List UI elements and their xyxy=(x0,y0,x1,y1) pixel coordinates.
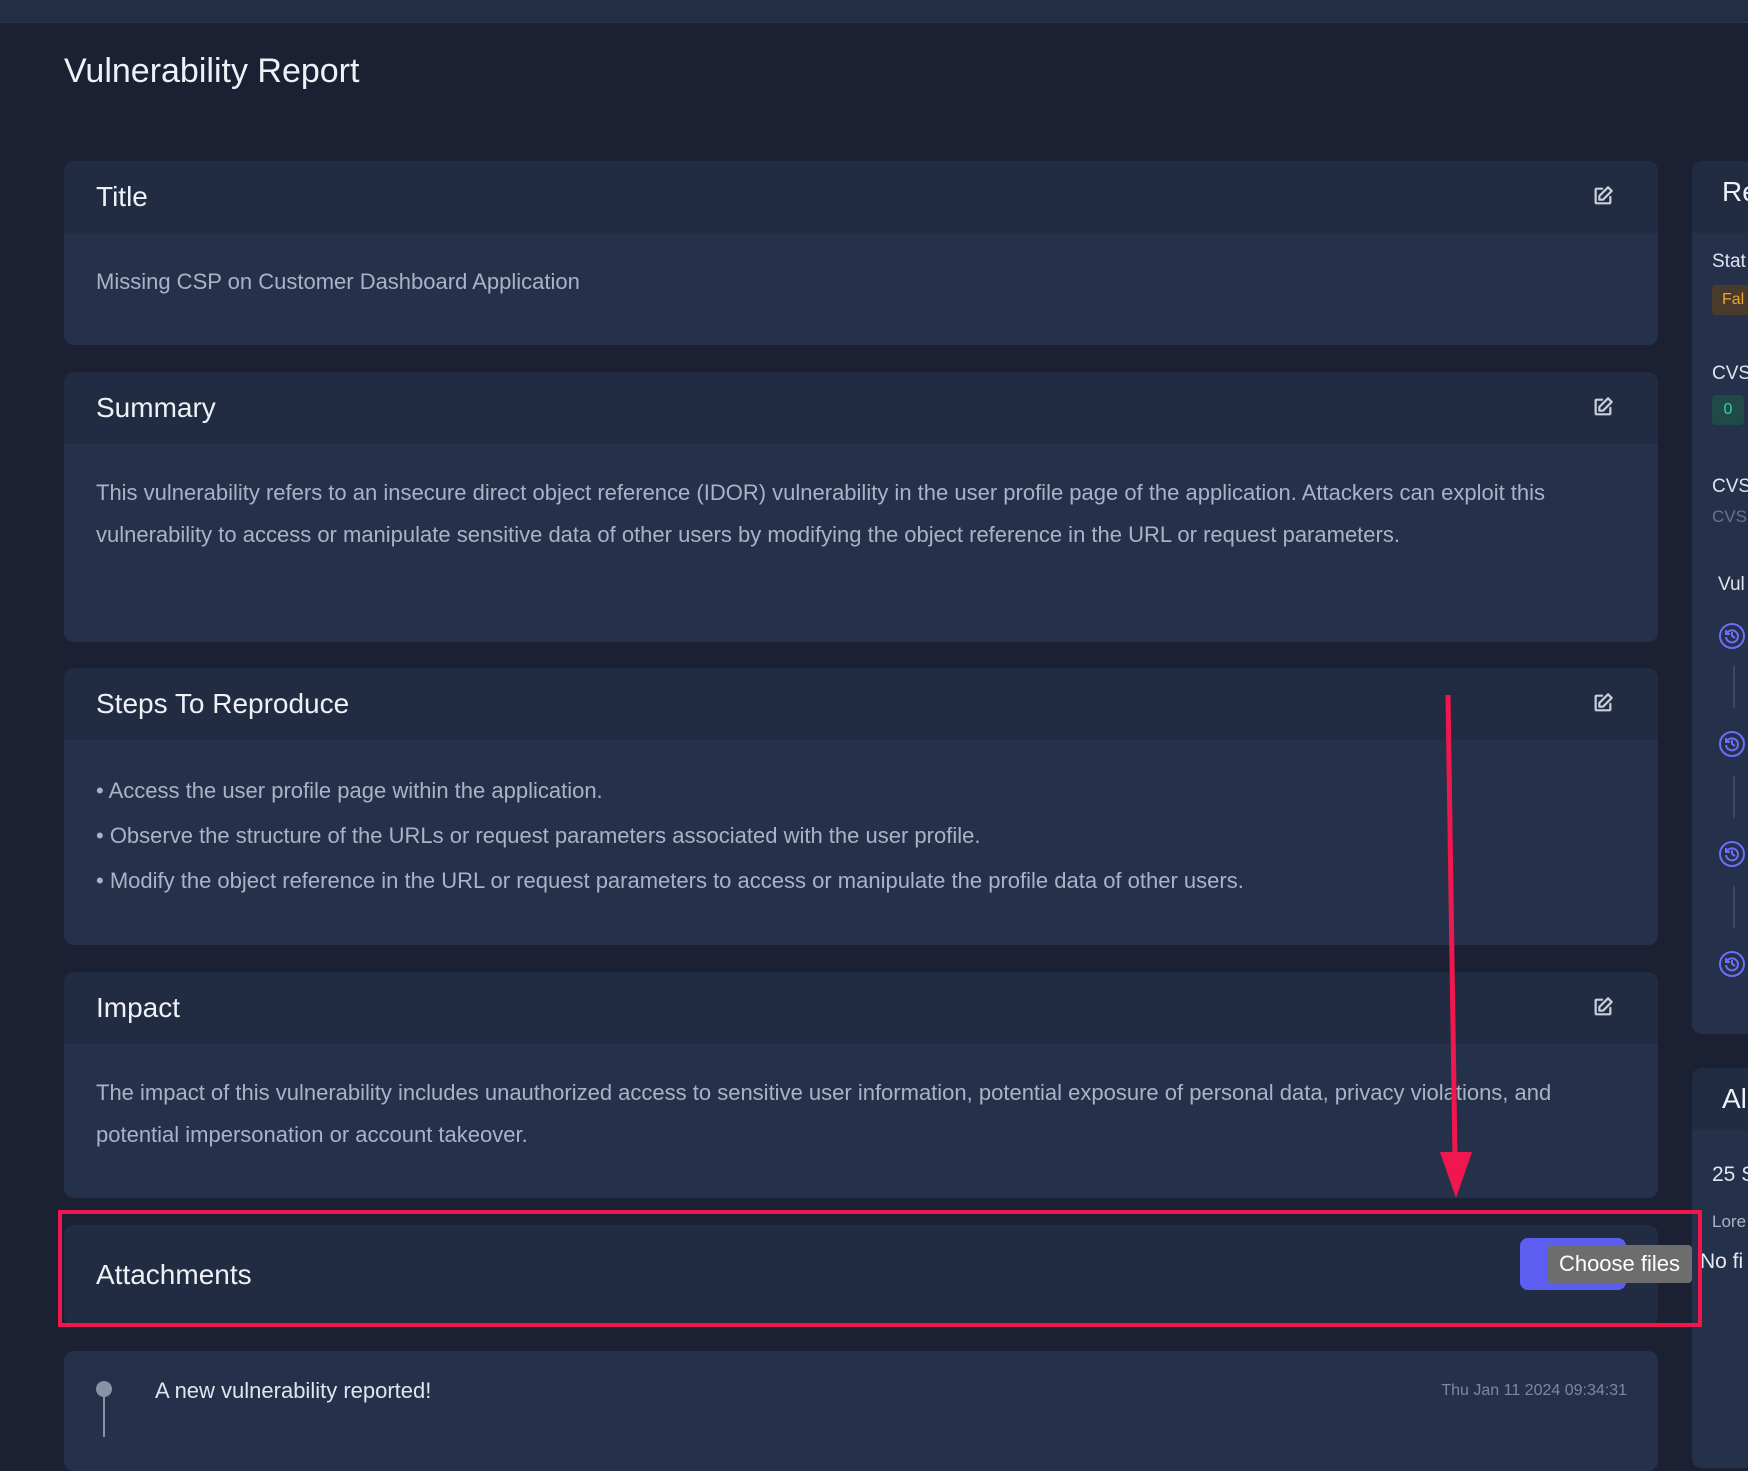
activity-message: A new vulnerability reported! xyxy=(155,1378,432,1403)
cvss-vector-label: CVS xyxy=(1712,476,1748,497)
title-card-body: Missing CSP on Customer Dashboard Applic… xyxy=(96,269,580,294)
activity-timestamp: Thu Jan 11 2024 09:34:31 xyxy=(1441,1382,1627,1399)
cvss-vector-value: CVS xyxy=(1712,507,1747,526)
no-file-text: No fi xyxy=(1700,1250,1744,1273)
title-card-header: Title xyxy=(64,161,1658,233)
steps-card: Steps To Reproduce • Access the user pro… xyxy=(64,668,1658,945)
list-item: • Access the user profile page within th… xyxy=(96,778,603,803)
activity-dot xyxy=(96,1381,112,1397)
summary-card-body: This vulnerability refers to an insecure… xyxy=(96,480,1546,547)
list-item: • Observe the structure of the URLs or r… xyxy=(96,823,981,848)
steps-card-heading: Steps To Reproduce xyxy=(96,688,350,719)
secondary-text: Lore xyxy=(1712,1212,1747,1231)
activity-connector xyxy=(103,1397,105,1437)
impact-card-header: Impact xyxy=(64,972,1658,1044)
history-icon xyxy=(1719,951,1745,977)
page-title: Vulnerability Report xyxy=(64,52,360,90)
timeline-connector xyxy=(1733,666,1735,708)
edit-icon[interactable] xyxy=(1592,996,1614,1018)
status-label: Stat xyxy=(1712,251,1746,272)
impact-card-heading: Impact xyxy=(96,992,181,1023)
timeline-connector xyxy=(1733,776,1735,818)
secondary-heading: Al xyxy=(1722,1083,1747,1114)
secondary-count: 25 S xyxy=(1712,1163,1748,1186)
title-card-heading: Title xyxy=(96,181,148,212)
cvss-score-badge: 0 xyxy=(1712,395,1744,425)
steps-card-header: Steps To Reproduce xyxy=(64,668,1658,740)
top-bar xyxy=(0,0,1748,23)
cvss-label: CVS xyxy=(1712,363,1748,384)
history-icon xyxy=(1719,623,1745,649)
title-card: Title Missing CSP on Customer Dashboard … xyxy=(64,161,1658,345)
impact-card: Impact The impact of this vulnerability … xyxy=(64,972,1658,1198)
summary-card: Summary This vulnerability refers to an … xyxy=(64,372,1658,642)
edit-icon[interactable] xyxy=(1592,396,1614,418)
side-panel-heading: Re xyxy=(1722,176,1748,207)
activity-card xyxy=(64,1351,1658,1471)
status-badge: Fal xyxy=(1712,285,1748,315)
highlight-box xyxy=(58,1210,1702,1327)
edit-icon[interactable] xyxy=(1592,185,1614,207)
summary-card-header: Summary xyxy=(64,372,1658,444)
edit-icon[interactable] xyxy=(1592,692,1614,714)
summary-card-heading: Summary xyxy=(96,392,216,423)
timeline-label: Vul xyxy=(1718,574,1745,595)
history-icon xyxy=(1719,841,1745,867)
timeline-connector xyxy=(1733,886,1735,928)
history-icon xyxy=(1719,731,1745,757)
impact-card-body: The impact of this vulnerability include… xyxy=(96,1080,1552,1147)
steps-list: • Access the user profile page within th… xyxy=(64,740,1658,933)
list-item: • Modify the object reference in the URL… xyxy=(96,868,1244,893)
